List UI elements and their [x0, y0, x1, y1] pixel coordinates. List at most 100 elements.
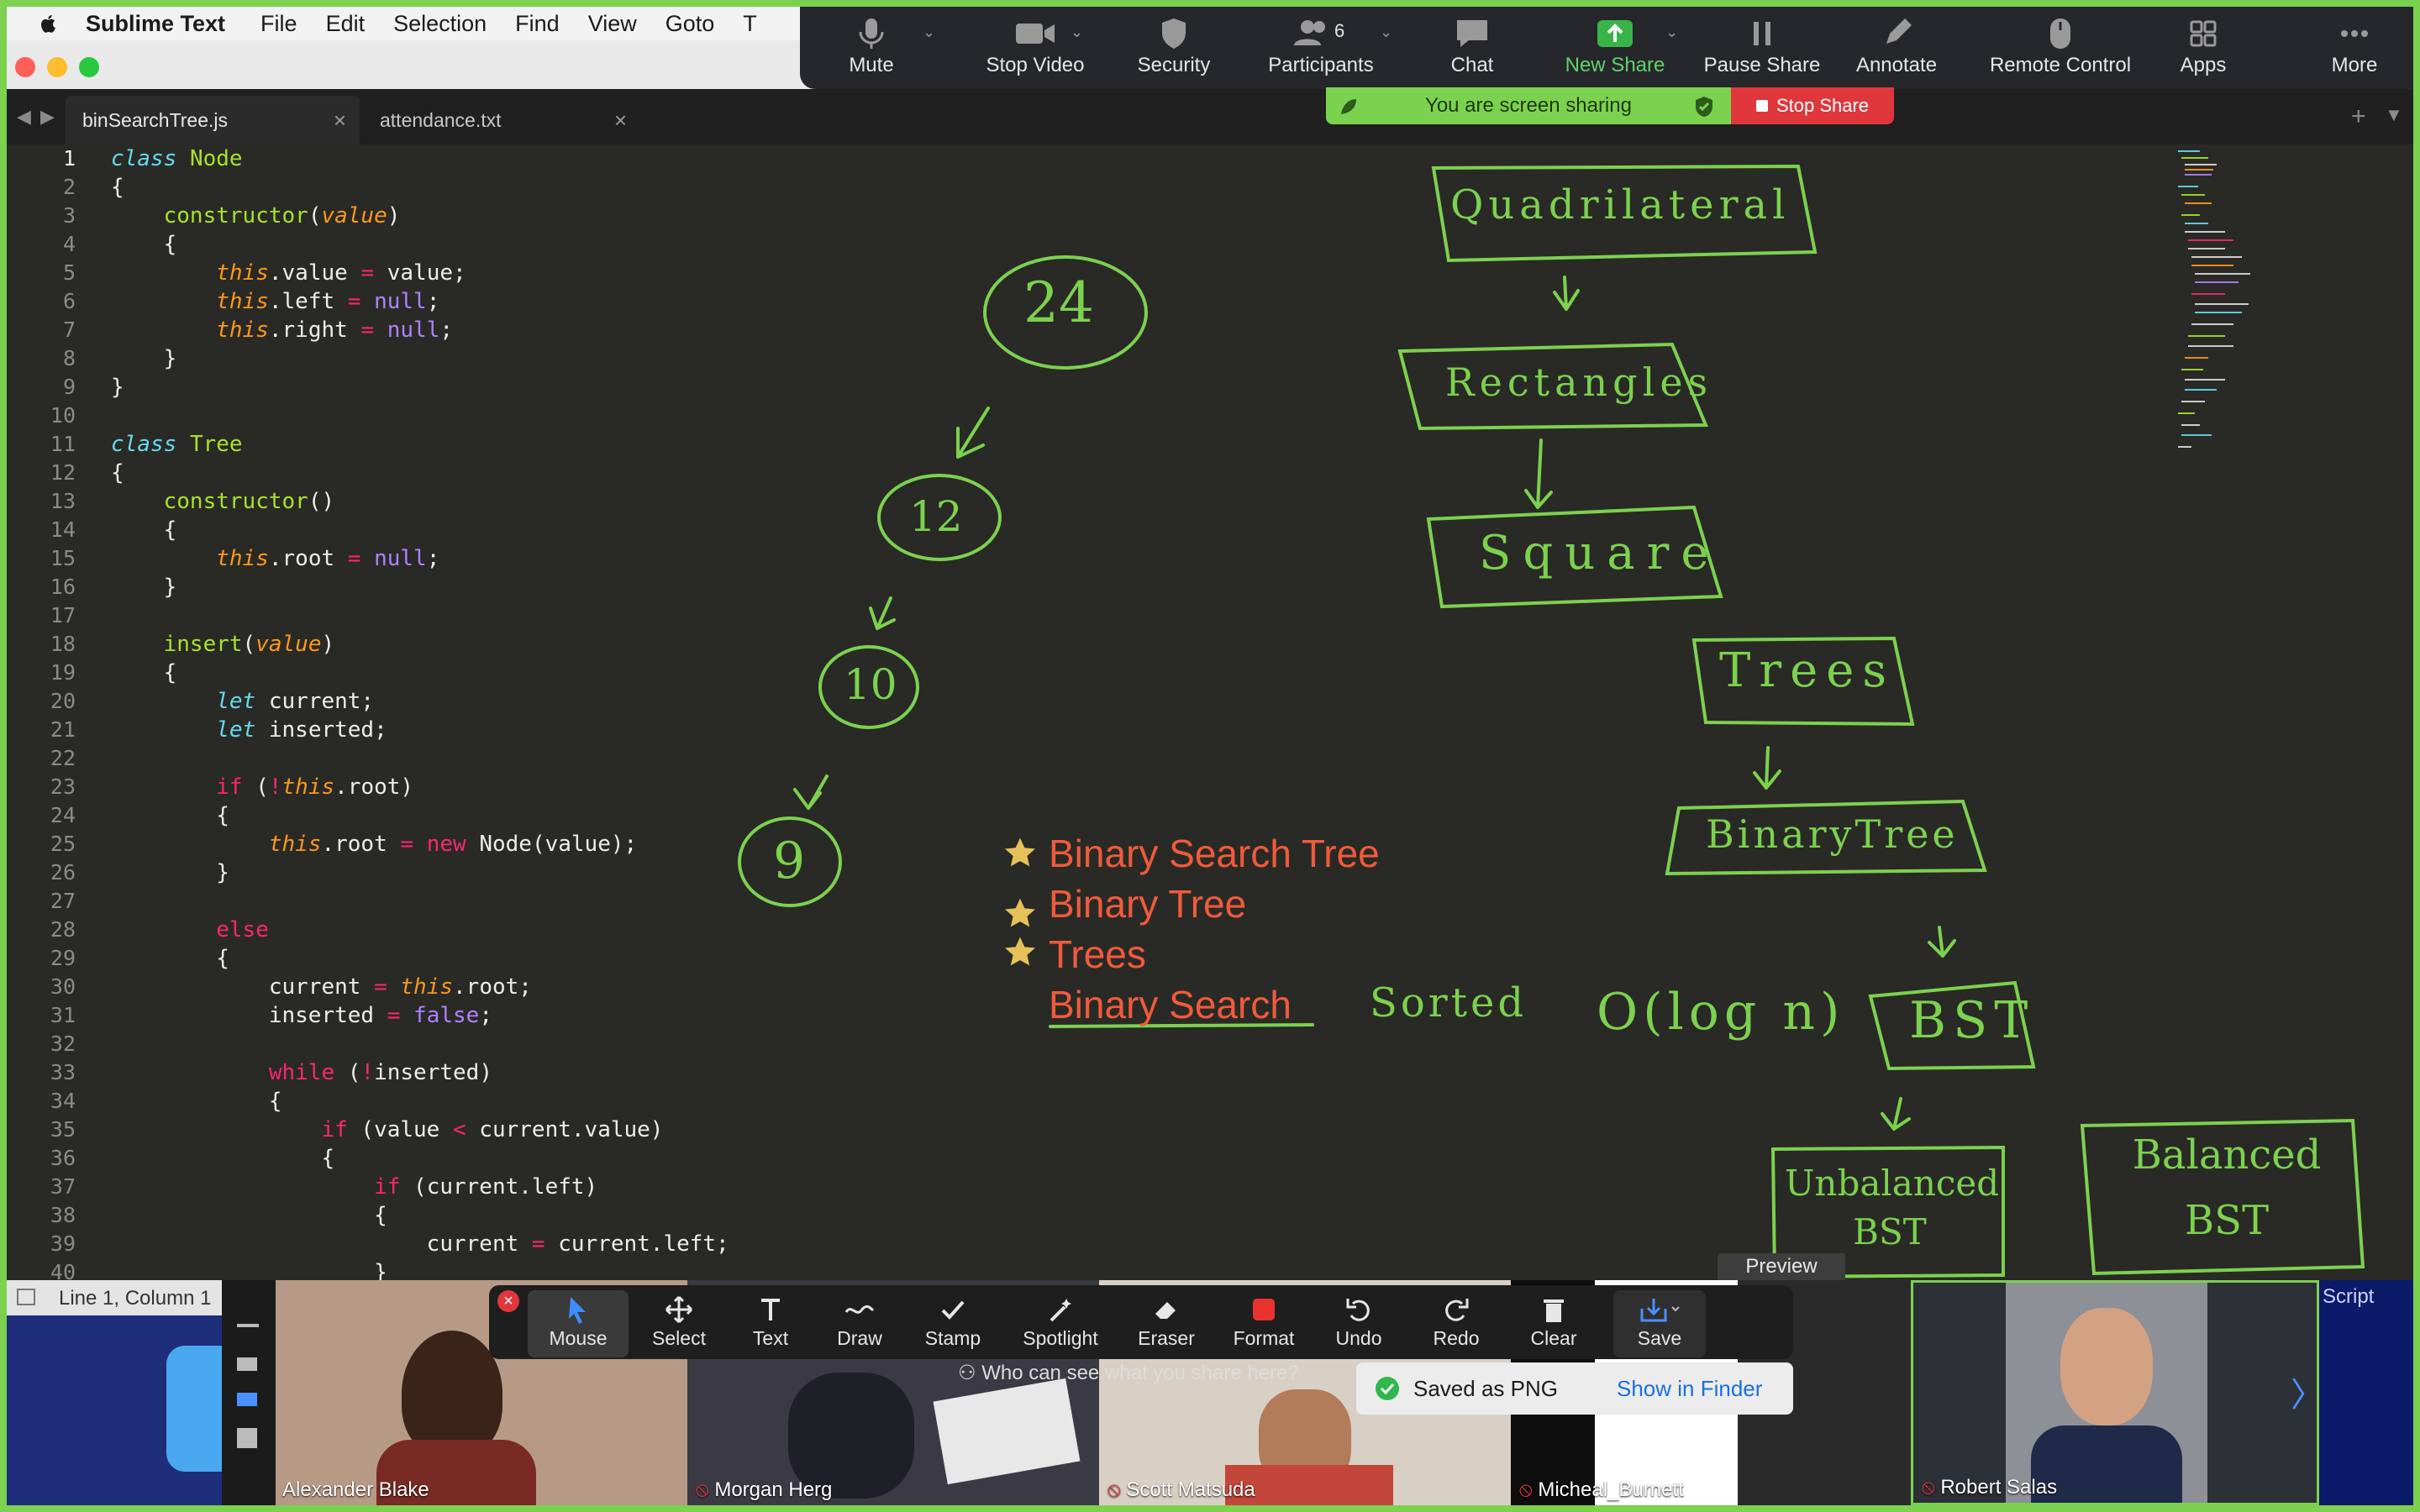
participants-options-chevron-icon[interactable]: ⌄ — [1380, 24, 1392, 41]
code-line: constructor(value) — [163, 203, 401, 228]
save-button[interactable]: Save — [1613, 1290, 1706, 1357]
participant-video — [933, 1378, 1081, 1485]
trash-icon — [1544, 1299, 1564, 1322]
menu-view[interactable]: View — [588, 11, 637, 37]
participant-count: 6 — [1334, 20, 1344, 41]
tab-close-icon[interactable]: × — [614, 108, 627, 134]
video-options-chevron-icon[interactable]: ⌄ — [1071, 24, 1083, 41]
remote-control-button[interactable]: Remote Control — [1976, 12, 2144, 84]
line-number: 24 — [50, 803, 76, 827]
stop-share-button[interactable]: Stop Share — [1731, 87, 1894, 124]
code-editor[interactable]: 1 2 3 4 5 6 7 8 9 10 11 12 13 14 15 16 17 18 19 20 21 22 23 24 2… — [7, 144, 2413, 1280]
label-unbalanced-bst: Unbalanced BST — [1785, 1163, 2000, 1252]
code-minimap[interactable] — [2175, 144, 2284, 581]
apps-button[interactable]: Apps — [2161, 12, 2245, 84]
text-tool-button[interactable]: Text — [733, 1290, 808, 1357]
line-number: 29 — [50, 946, 76, 970]
label-big-o: O(log n) — [1597, 983, 1845, 1042]
tab-back-arrow-icon[interactable]: ◀ — [17, 106, 31, 128]
menu-file[interactable]: File — [260, 11, 297, 37]
close-annotation-icon[interactable]: × — [497, 1290, 519, 1312]
code-line: this.value = value; — [216, 260, 466, 286]
tab-forward-arrow-icon[interactable]: ▶ — [40, 106, 55, 128]
apple-logo-icon[interactable] — [39, 13, 57, 34]
next-page-chevron-icon[interactable]: 〉 — [2291, 1368, 2324, 1416]
redo-button[interactable]: Redo — [1418, 1290, 1494, 1357]
menu-edit[interactable]: Edit — [326, 11, 366, 37]
mute-button[interactable]: Mute — [825, 12, 918, 84]
stop-share-label: Stop Share — [1776, 95, 1870, 116]
tab-list-chevron-icon[interactable]: ▼ — [2385, 104, 2403, 126]
tab-attendance[interactable]: attendance.txt × — [363, 96, 640, 144]
pause-share-button[interactable]: Pause Share — [1699, 12, 1825, 84]
check-circle-icon — [1376, 1377, 1399, 1400]
video-tile-robert-salas[interactable]: ⦸ Robert Salas — [1911, 1280, 2319, 1505]
line-number: 6 — [62, 289, 76, 313]
cursor-arrow-icon — [569, 1297, 586, 1324]
participant-name: ⦸ Scott Matsuda — [1107, 1478, 1255, 1501]
sharing-status[interactable]: You are screen sharing — [1326, 87, 1731, 124]
tab-close-icon[interactable]: × — [334, 108, 346, 134]
new-share-button[interactable]: New Share — [1556, 12, 1674, 84]
participant-name: ⦸ Morgan Herg — [696, 1478, 833, 1501]
more-button[interactable]: More — [2312, 12, 2396, 84]
mute-options-chevron-icon[interactable]: ⌄ — [923, 24, 935, 41]
view-strip-icon[interactable] — [237, 1393, 257, 1406]
new-tab-plus-icon[interactable]: + — [2351, 102, 2366, 131]
view-single-icon[interactable] — [237, 1357, 257, 1371]
preview-tab[interactable]: Preview — [1718, 1253, 1845, 1280]
undo-button[interactable]: Undo — [1321, 1290, 1397, 1357]
share-visibility-notice[interactable]: ⚇ Who can see what you share here? — [958, 1361, 1299, 1385]
select-tool-button[interactable]: Select — [637, 1290, 721, 1357]
minimize-strip-icon[interactable] — [237, 1324, 259, 1327]
format-tool-button[interactable]: Format — [1222, 1290, 1306, 1357]
menu-goto[interactable]: Goto — [666, 11, 715, 37]
draw-tool-button[interactable]: Draw — [822, 1290, 897, 1357]
close-window-button[interactable] — [15, 57, 35, 77]
mouse-tool-button[interactable]: Mouse — [528, 1290, 629, 1357]
line-number: 20 — [50, 689, 76, 713]
undo-arrow-icon — [1346, 1299, 1370, 1321]
menu-find[interactable]: Find — [515, 11, 560, 37]
label-quadrilateral: Quadrilateral — [1450, 181, 1791, 228]
participant-video — [402, 1331, 502, 1457]
security-button[interactable]: Security — [1119, 12, 1228, 84]
stamp-tool-button[interactable]: Stamp — [911, 1290, 995, 1357]
label-balanced-bst: Balanced BST — [2132, 1131, 2322, 1244]
line-number: 38 — [50, 1203, 76, 1227]
sharing-status-text: You are screen sharing — [1425, 94, 1632, 117]
code-area[interactable]: class Node { constructor(value) { this.v… — [111, 144, 729, 1280]
redo-arrow-icon — [1445, 1299, 1469, 1321]
tab-binsearchtree[interactable]: binSearchTree.js × — [66, 96, 360, 144]
line-number: 36 — [50, 1146, 76, 1170]
panel-toggle-icon[interactable] — [17, 1289, 35, 1305]
spotlight-tool-button[interactable]: Spotlight — [1010, 1290, 1111, 1357]
saved-message: Saved as PNG — [1413, 1376, 1558, 1401]
line-number: 34 — [50, 1089, 76, 1113]
clear-button[interactable]: Clear — [1516, 1290, 1591, 1357]
menu-tools-partial[interactable]: T — [743, 11, 757, 37]
pause-icon — [1754, 22, 1770, 45]
stop-video-button[interactable]: Stop Video — [968, 12, 1102, 84]
line-number: 37 — [50, 1174, 76, 1199]
minimize-window-button[interactable] — [47, 57, 67, 77]
muted-mic-icon: ⦸ — [696, 1478, 709, 1501]
show-in-finder-link[interactable]: Show in Finder — [1617, 1376, 1762, 1402]
menu-selection[interactable]: Selection — [393, 11, 487, 37]
participants-button[interactable]: 6 Participants — [1254, 12, 1388, 84]
tree-node-10: 10 — [844, 660, 897, 709]
view-grid-icon[interactable] — [237, 1428, 257, 1448]
chat-button[interactable]: Chat — [1422, 12, 1523, 84]
tree-node-12: 12 — [909, 492, 963, 541]
eraser-tool-button[interactable]: Eraser — [1124, 1290, 1208, 1357]
annotate-button[interactable]: Annotate — [1842, 12, 1951, 84]
line-number: 16 — [50, 575, 76, 599]
zoom-window-button[interactable] — [79, 57, 99, 77]
share-options-chevron-icon[interactable]: ⌄ — [1665, 24, 1678, 41]
label-trees: Trees — [1719, 643, 1896, 698]
app-name-menu[interactable]: Sublime Text — [86, 11, 225, 37]
star-icon — [1005, 837, 1035, 867]
label-rectangles: Rectangles — [1445, 360, 1713, 405]
